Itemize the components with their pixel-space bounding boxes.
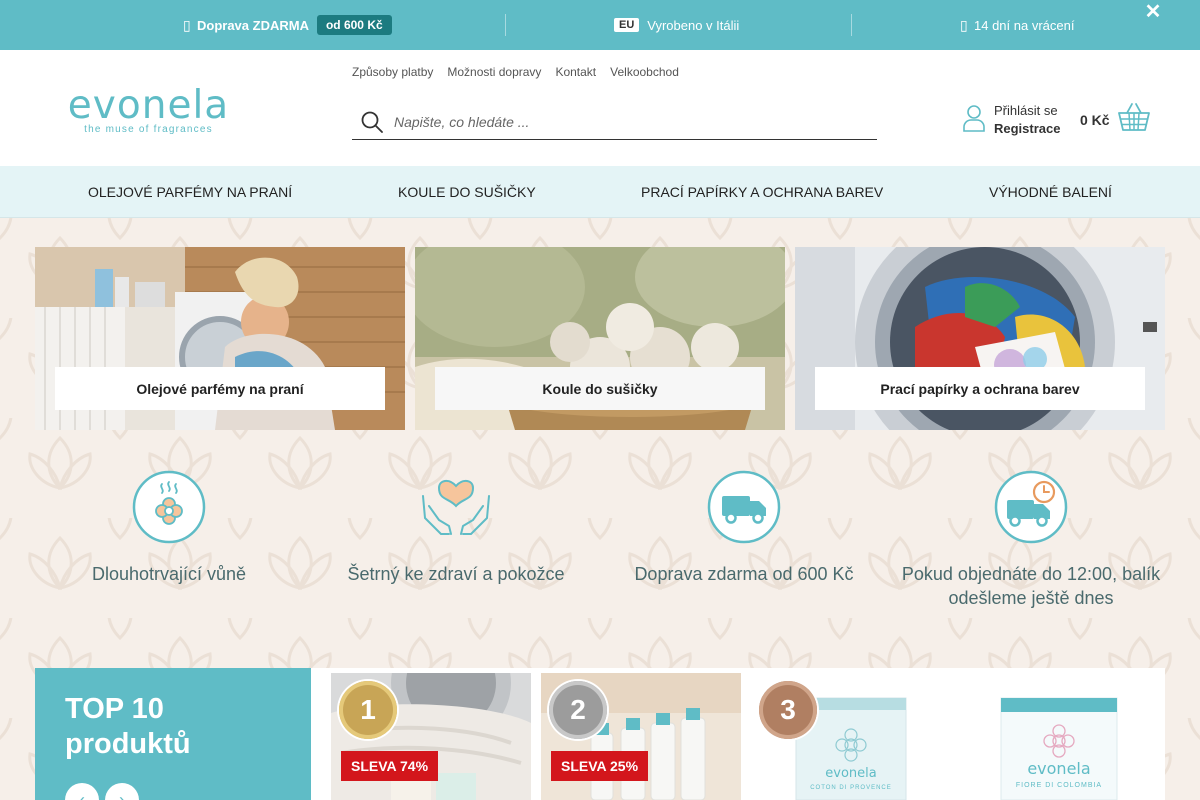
sale-badge: SLEVA 25% (551, 751, 649, 781)
returns-label: 14 dní na vrácení (974, 17, 1075, 33)
cart-button[interactable]: 0 Kč (1080, 102, 1150, 137)
link-wholesale[interactable]: Velkoobchod (610, 65, 679, 79)
rank-badge: 2 (549, 681, 607, 739)
search-input[interactable] (394, 113, 864, 130)
product-card[interactable]: 1 SLEVA 74% (331, 673, 531, 800)
link-shipping-options[interactable]: Možnosti dopravy (447, 65, 541, 79)
returns-info: ▯ 14 dní na vrácení (960, 0, 1074, 50)
product-card[interactable]: evonela COTON DI PROVENCE 3 (751, 673, 951, 800)
top-info-bar: ▯ Doprava ZDARMA od 600 Kč EU Vyrobeno v… (0, 0, 1200, 50)
nav-item-oil-perfumes[interactable]: OLEJOVÉ PARFÉMY NA PRANÍ (88, 166, 292, 218)
sale-badge: SLEVA 74% (341, 751, 439, 781)
pack-brand: evonela (1027, 759, 1090, 778)
account-text: Přihlásit se Registrace (994, 102, 1060, 138)
nav-item-laundry-sheets[interactable]: PRACÍ PAPÍRKY A OCHRANA BAREV (641, 166, 883, 218)
top10-title-line1: TOP 10 (65, 693, 164, 725)
pack-name: FIORE DI COLOMBIA (1016, 782, 1102, 789)
close-icon: ✕ (1144, 0, 1162, 23)
rank-badge: 1 (339, 681, 397, 739)
register-label[interactable]: Registrace (994, 120, 1060, 138)
top10-panel: TOP 10 produktů ‹ › (35, 668, 311, 800)
eu-badge: EU (614, 18, 640, 32)
nav-item-bundles[interactable]: VÝHODNÉ BALENÍ (989, 166, 1112, 218)
category-tile-oil-perfumes[interactable]: Olejové parfémy na praní (35, 247, 405, 430)
link-payment-methods[interactable]: Způsoby platby (352, 65, 433, 79)
product-image: evonela FIORE DI COLOMBIA (961, 673, 1161, 800)
cart-total: 0 Kč (1080, 111, 1110, 128)
header-links: Způsoby platby Možnosti dopravy Kontakt … (352, 65, 679, 79)
chevron-right-icon: › (119, 789, 125, 800)
truck-clock-icon (994, 470, 1068, 544)
feature-free-shipping: Doprava zdarma od 600 Kč (614, 470, 874, 586)
category-label: Olejové parfémy na praní (55, 367, 385, 410)
user-icon (962, 104, 986, 137)
login-label[interactable]: Přihlásit se (994, 102, 1060, 120)
nav-item-dryer-balls[interactable]: KOULE DO SUŠIČKY (398, 166, 536, 218)
logo-wordmark: evonela (67, 83, 230, 128)
feature-text: Dlouhotrvající vůně (91, 564, 247, 584)
carousel-next-button[interactable]: › (105, 783, 139, 800)
info-icon: ▯ (183, 16, 191, 33)
free-shipping-tag: od 600 Kč (316, 15, 392, 35)
search-bar (352, 104, 877, 140)
link-contact[interactable]: Kontakt (555, 65, 596, 79)
made-in-info: EU Vyrobeno v Itálii (614, 0, 739, 50)
logo[interactable]: evonela the muse of fragrances (56, 83, 241, 136)
feature-same-day-dispatch: Pokud objednáte do 12:00, balík odešleme… (901, 470, 1161, 610)
main-nav: OLEJOVÉ PARFÉMY NA PRANÍ KOULE DO SUŠIČK… (0, 166, 1200, 218)
close-topbar-button[interactable]: ✕ (1144, 0, 1162, 23)
top10-title-line2: produktů (65, 728, 191, 760)
basket-icon (1117, 102, 1150, 137)
feature-text: Šetrný ke zdraví a pokožce (347, 564, 565, 584)
carousel-prev-button[interactable]: ‹ (65, 783, 99, 800)
info-icon: ▯ (960, 16, 968, 33)
feature-long-lasting-scent: Dlouhotrvající vůně (39, 470, 299, 586)
product-card[interactable]: evonela FIORE DI COLOMBIA (961, 673, 1161, 800)
free-shipping-info: ▯ Doprava ZDARMA od 600 Kč (183, 0, 392, 50)
divider (505, 14, 506, 36)
free-shipping-label: Doprava ZDARMA (197, 17, 309, 33)
divider (851, 14, 852, 36)
search-icon[interactable] (352, 104, 394, 140)
top10-title: TOP 10 produktů (65, 692, 191, 762)
category-label: Prací papírky a ochrana barev (815, 367, 1145, 410)
heart-hands-icon (419, 470, 493, 544)
category-tile-dryer-balls[interactable]: Koule do sušičky (415, 247, 785, 430)
made-in-label: Vyrobeno v Itálii (647, 17, 740, 33)
feature-gentle-to-health: Šetrný ke zdraví a pokožce (326, 470, 586, 586)
feature-text: Pokud objednáte do 12:00, balík odešleme… (901, 564, 1161, 608)
delivery-truck-icon (707, 470, 781, 544)
rank-badge: 3 (759, 681, 817, 739)
pack-name: COTON DI PROVENCE (810, 785, 892, 791)
category-label: Koule do sušičky (435, 367, 765, 410)
product-card[interactable]: 2 SLEVA 25% (541, 673, 741, 800)
pack-brand: evonela (825, 766, 876, 781)
site-header: evonela the muse of fragrances Způsoby p… (0, 50, 1200, 166)
chevron-left-icon: ‹ (79, 789, 85, 800)
account-link[interactable]: Přihlásit se Registrace (962, 102, 1060, 138)
flower-scent-icon (132, 470, 206, 544)
category-tile-laundry-sheets[interactable]: Prací papírky a ochrana barev (795, 247, 1165, 430)
feature-text: Doprava zdarma od 600 Kč (634, 564, 854, 584)
